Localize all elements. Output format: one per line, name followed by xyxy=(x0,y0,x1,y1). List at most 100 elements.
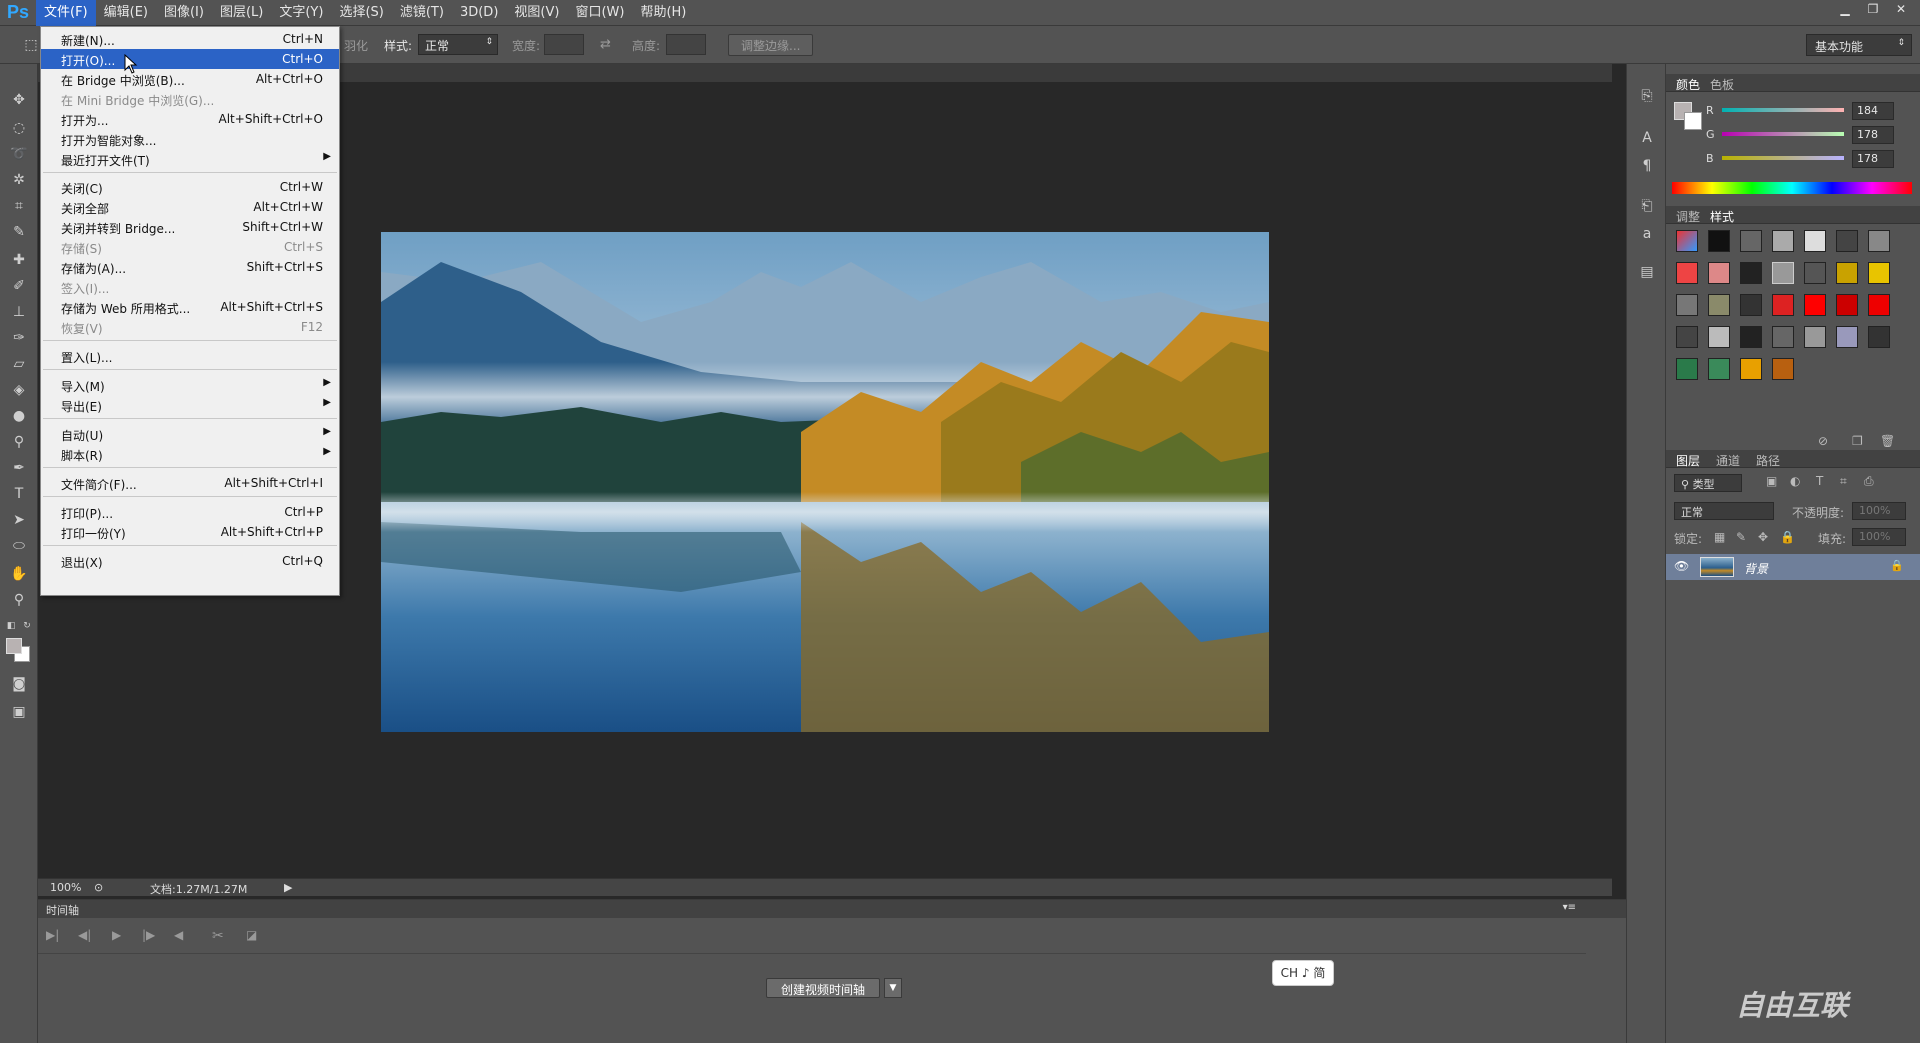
minimize-icon[interactable]: ▁ xyxy=(1832,0,1858,18)
path-selection-tool-icon[interactable]: ➤ xyxy=(8,510,30,530)
blue-value[interactable]: 178 xyxy=(1852,150,1894,168)
paragraph-panel-icon[interactable]: ¶ xyxy=(1637,156,1657,176)
clone-stamp-tool-icon[interactable]: ⊥ xyxy=(8,302,30,322)
crop-tool-icon[interactable]: ⌗ xyxy=(8,196,30,216)
menu-file[interactable]: 文件(F) xyxy=(36,0,96,26)
menu-layer[interactable]: 图层(L) xyxy=(212,0,271,26)
style-swatch[interactable] xyxy=(1868,262,1890,284)
menu-3d[interactable]: 3D(D) xyxy=(452,0,506,26)
default-colors-icon[interactable]: ◧ xyxy=(4,616,18,636)
menu-new[interactable]: 新建(N)... Ctrl+N xyxy=(41,29,339,49)
style-swatch[interactable] xyxy=(1772,326,1794,348)
style-swatch[interactable] xyxy=(1676,358,1698,380)
menu-image[interactable]: 图像(I) xyxy=(156,0,212,26)
menu-save-as[interactable]: 存储为(A)... Shift+Ctrl+S xyxy=(41,257,339,277)
restore-icon[interactable]: ❐ xyxy=(1860,0,1886,18)
play-icon[interactable]: ▶ xyxy=(112,928,121,942)
style-swatch[interactable] xyxy=(1804,262,1826,284)
style-swatch[interactable] xyxy=(1836,230,1858,252)
style-swatch[interactable] xyxy=(1740,294,1762,316)
style-swatch[interactable] xyxy=(1772,358,1794,380)
style-swatch[interactable] xyxy=(1836,294,1858,316)
workspace-select[interactable]: 基本功能 ⇕ xyxy=(1806,34,1912,56)
quick-mask-icon[interactable]: ◙ xyxy=(8,674,30,694)
menu-export[interactable]: 导出(E) ▶ xyxy=(41,395,339,415)
menu-open[interactable]: 打开(O)... Ctrl+O xyxy=(41,49,339,69)
layer-row[interactable]: 👁 背景 🔒 xyxy=(1666,554,1920,580)
audio-icon[interactable]: ◀ xyxy=(174,928,183,942)
marquee-tool-icon[interactable]: ◌ xyxy=(8,118,30,138)
refine-edge-button[interactable]: 调整边缘... xyxy=(728,34,814,56)
transition-icon[interactable]: ◪ xyxy=(246,928,257,942)
fill-input[interactable]: 100% xyxy=(1852,528,1906,546)
split-icon[interactable]: ✂ xyxy=(212,928,224,944)
style-swatch[interactable] xyxy=(1804,294,1826,316)
pen-tool-icon[interactable]: ✒ xyxy=(8,458,30,478)
menu-scripts[interactable]: 脚本(R) ▶ xyxy=(41,444,339,464)
tab-swatches[interactable]: 色板 xyxy=(1710,76,1734,93)
style-swatch[interactable] xyxy=(1868,230,1890,252)
panel-menu-icon[interactable]: ▾≡ xyxy=(1563,902,1576,913)
style-swatch[interactable] xyxy=(1772,230,1794,252)
lock-all-icon[interactable]: 🔒 xyxy=(1780,530,1795,544)
menu-close-all[interactable]: 关闭全部 Alt+Ctrl+W xyxy=(41,197,339,217)
move-tool-icon[interactable]: ✥ xyxy=(8,90,30,110)
style-swatch[interactable] xyxy=(1708,326,1730,348)
eraser-tool-icon[interactable]: ▱ xyxy=(8,354,30,374)
screen-mode-icon[interactable]: ▣ xyxy=(8,702,30,722)
height-input[interactable] xyxy=(666,34,706,55)
green-track[interactable] xyxy=(1722,132,1844,136)
close-icon[interactable]: ✕ xyxy=(1888,0,1914,18)
style-swatch[interactable] xyxy=(1804,230,1826,252)
swap-colors-icon[interactable]: ↻ xyxy=(20,616,34,636)
style-swatch[interactable] xyxy=(1804,326,1826,348)
status-arrow-icon[interactable]: ▶ xyxy=(284,881,292,894)
menu-automate[interactable]: 自动(U) ▶ xyxy=(41,424,339,444)
filter-type-icon[interactable]: T xyxy=(1816,474,1823,488)
style-swatch[interactable] xyxy=(1676,294,1698,316)
first-frame-icon[interactable]: ▶| xyxy=(46,928,59,942)
style-swatch[interactable] xyxy=(1772,262,1794,284)
menu-open-as[interactable]: 打开为... Alt+Shift+Ctrl+O xyxy=(41,109,339,129)
brush-tool-icon[interactable]: ✐ xyxy=(8,276,30,296)
green-value[interactable]: 178 xyxy=(1852,126,1894,144)
layer-name[interactable]: 背景 xyxy=(1744,560,1768,577)
create-timeline-dropdown-icon[interactable]: ▼ xyxy=(884,978,902,998)
create-video-timeline-button[interactable]: 创建视频时间轴 xyxy=(766,978,881,998)
style-swatch[interactable] xyxy=(1868,326,1890,348)
style-swatch[interactable] xyxy=(1676,230,1698,252)
history-panel-icon[interactable]: ⎘ xyxy=(1637,86,1657,106)
canvas-image[interactable] xyxy=(381,232,1269,732)
tool-presets-icon[interactable]: ▤ xyxy=(1637,262,1657,282)
color-background-swatch[interactable] xyxy=(1684,112,1702,130)
red-slider[interactable]: R 184 xyxy=(1706,102,1914,122)
menu-type[interactable]: 文字(Y) xyxy=(271,0,331,26)
menu-file-info[interactable]: 文件简介(F)... Alt+Shift+Ctrl+I xyxy=(41,473,339,493)
lock-position-icon[interactable]: ✥ xyxy=(1758,530,1768,544)
filter-adjustment-icon[interactable]: ◐ xyxy=(1790,474,1800,488)
marquee-preset-icon[interactable]: ⬚ xyxy=(20,35,42,55)
style-swatch[interactable] xyxy=(1708,262,1730,284)
tab-channels[interactable]: 通道 xyxy=(1716,452,1740,469)
previous-frame-icon[interactable]: ◀| xyxy=(78,928,91,942)
filter-shape-icon[interactable]: ⌗ xyxy=(1840,474,1847,489)
lock-pixels-icon[interactable]: ✎ xyxy=(1736,530,1746,544)
style-swatch[interactable] xyxy=(1836,326,1858,348)
swap-icon[interactable]: ⇄ xyxy=(600,37,611,52)
tab-styles[interactable]: 样式 xyxy=(1710,208,1734,225)
delete-style-icon[interactable]: 🗑 xyxy=(1880,434,1895,448)
style-swatch[interactable] xyxy=(1708,230,1730,252)
zoom-level[interactable]: 100% xyxy=(50,881,81,894)
menu-select[interactable]: 选择(S) xyxy=(331,0,391,26)
style-swatch[interactable] xyxy=(1836,262,1858,284)
style-swatch[interactable] xyxy=(1740,326,1762,348)
zoom-tool-icon[interactable]: ⚲ xyxy=(8,590,30,610)
healing-brush-tool-icon[interactable]: ✚ xyxy=(8,250,30,270)
blue-track[interactable] xyxy=(1722,156,1844,160)
menu-close-go-bridge[interactable]: 关闭并转到 Bridge... Shift+Ctrl+W xyxy=(41,217,339,237)
paint-bucket-tool-icon[interactable]: ◈ xyxy=(8,380,30,400)
tab-adjustments[interactable]: 调整 xyxy=(1676,208,1700,225)
foreground-color-swatch[interactable] xyxy=(6,638,22,654)
lock-transparent-icon[interactable]: ▦ xyxy=(1714,530,1725,544)
style-swatch[interactable] xyxy=(1708,358,1730,380)
